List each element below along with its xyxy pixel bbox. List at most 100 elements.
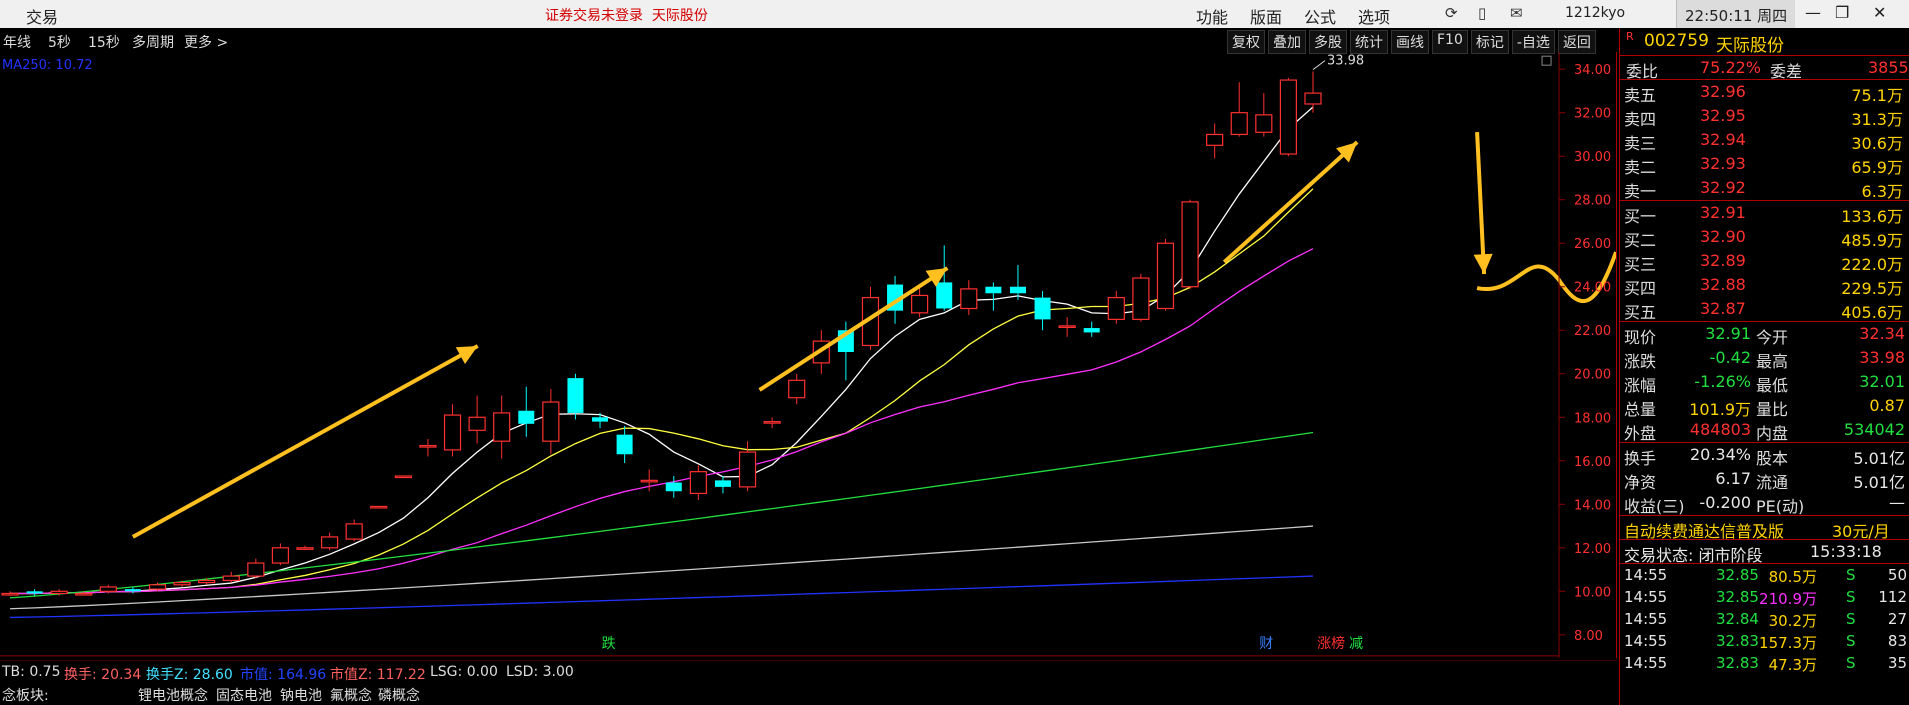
stock-name[interactable]: 天际股份 [1716,31,1784,56]
candle[interactable] [468,395,486,444]
concept-item[interactable]: 锂电池概念 [138,685,208,705]
tool-watchlist[interactable]: -自选 [1511,30,1555,54]
bids-row[interactable]: 买一 32.91 133.6万 [1620,201,1909,226]
period-multi[interactable]: 多周期 [132,32,174,52]
close-button[interactable]: ✕ [1873,3,1886,22]
candle[interactable] [985,282,1002,311]
candle[interactable] [1034,291,1051,331]
ad-price[interactable]: 30元/月 [1832,518,1890,542]
login-notice[interactable]: 证券交易未登录 天际股份 [545,5,708,25]
candle[interactable] [518,386,535,437]
candle[interactable] [1009,264,1026,300]
app-title[interactable]: 交易 [26,4,58,28]
candle[interactable] [443,404,462,457]
tool-adjust[interactable]: 复权 [1227,30,1265,54]
trade-row[interactable]: 14:55 32.83 157.3万 S 83 [1620,630,1909,652]
menu-formula[interactable]: 公式 [1304,4,1336,28]
candle[interactable] [1230,82,1248,137]
stock-code[interactable]: 002759 [1644,31,1709,51]
candle[interactable] [247,558,265,579]
event-marker[interactable]: 跌 [602,636,616,652]
candle[interactable] [567,373,584,420]
period-more[interactable]: 更多 > [184,32,228,52]
minimize-button[interactable]: — [1805,3,1821,22]
candle[interactable] [1156,238,1175,311]
refresh-icon[interactable]: ⟳ [1445,4,1458,22]
concept-item[interactable]: 固态电池 [216,685,272,705]
period-5s[interactable]: 5秒 [48,32,71,52]
candle[interactable] [394,475,412,479]
candle[interactable] [370,505,388,509]
concept-item[interactable]: 氟概念 [330,685,372,705]
tool-stats[interactable]: 统计 [1350,30,1388,54]
tool-back[interactable]: 返回 [1557,30,1596,54]
candle[interactable] [1255,93,1273,137]
menu-options[interactable]: 选项 [1358,4,1390,28]
kline-chart[interactable]: 34.00 32.00 30.00 28.00 26.00 24.00 22.00 20.00… [0,52,1617,658]
phone-icon[interactable]: ▯ [1478,4,1486,22]
tool-multi-stock[interactable]: 多股 [1309,30,1347,54]
candle[interactable] [592,412,609,429]
mail-icon[interactable]: ✉ [1510,4,1523,22]
asks-row[interactable]: 卖二 32.93 65.9万 [1620,152,1909,177]
candle[interactable] [689,465,707,500]
candle[interactable] [493,395,511,459]
ad-text[interactable]: 自动续费通达信普及版 [1624,518,1784,542]
candle[interactable] [788,373,806,405]
trade-row[interactable]: 14:55 32.84 30.2万 S 27 [1620,608,1909,630]
bids-row[interactable]: 买四 32.88 229.5万 [1620,273,1909,298]
bids-row[interactable]: 买五 32.87 405.6万 [1620,297,1909,322]
candle[interactable] [1304,71,1322,113]
candle[interactable] [321,532,339,550]
asks-row[interactable]: 卖五 32.96 75.1万 [1620,80,1909,105]
candle[interactable] [763,417,781,429]
trade-row[interactable]: 14:55 32.83 47.3万 S 35 [1620,652,1909,674]
login-notice-text[interactable]: 证券交易未登录 [545,8,643,24]
trade-row[interactable]: 14:55 32.85 80.5万 S 50 [1620,564,1909,586]
trade-row[interactable]: 14:55 32.85 210.9万 S 112 [1620,586,1909,608]
candle[interactable] [1181,199,1199,289]
candle[interactable] [419,439,437,457]
candle[interactable] [26,589,43,596]
candle[interactable] [542,388,560,455]
subscription-ad[interactable]: 自动续费通达信普及版 30元/月 [1620,516,1909,542]
tool-f10[interactable]: F10 [1432,30,1468,54]
asks-price: 32.92 [1700,178,1746,197]
tool-draw[interactable]: 画线 [1391,30,1429,54]
menu-layout[interactable]: 版面 [1250,4,1282,28]
concept-item[interactable]: 磷概念 [378,685,420,705]
candle[interactable] [345,519,363,542]
notice-stock-name[interactable]: 天际股份 [652,8,708,24]
event-marker[interactable]: 涨榜 [1317,635,1345,652]
tool-mark[interactable]: 标记 [1470,30,1509,54]
candle[interactable] [1206,123,1224,159]
asks-row[interactable]: 卖三 32.94 30.6万 [1620,128,1909,153]
concept-item[interactable]: 钠电池 [280,685,322,705]
asks-row[interactable]: 卖四 32.95 31.3万 [1620,104,1909,129]
maximize-button[interactable]: ❐ [1835,3,1849,22]
candle[interactable] [296,545,314,550]
asks-row[interactable]: 卖一 32.92 6.3万 [1620,176,1909,201]
candle[interactable] [665,476,682,498]
candle[interactable] [1279,77,1297,157]
event-marker[interactable]: 减 [1349,636,1363,652]
candle[interactable] [1132,273,1150,322]
period-year[interactable]: 年线 [3,32,31,52]
candle[interactable] [616,425,633,463]
candle[interactable] [960,280,978,316]
bids-row[interactable]: 买三 32.89 222.0万 [1620,249,1909,274]
candle[interactable] [271,543,290,566]
candle[interactable] [1,591,19,596]
candle[interactable] [1058,317,1076,337]
event-marker[interactable]: 财 [1259,636,1273,652]
candle[interactable] [1107,291,1125,324]
tool-overlay[interactable]: 叠加 [1268,30,1306,54]
candle[interactable] [714,476,731,494]
bids-row[interactable]: 买二 32.90 485.9万 [1620,225,1909,250]
menu-function[interactable]: 功能 [1196,4,1228,28]
period-15s[interactable]: 15秒 [88,32,120,52]
candle[interactable] [222,571,240,583]
candle[interactable] [1083,321,1100,337]
user-name[interactable]: 1212kyo [1565,5,1625,21]
chart-settings-icon[interactable] [1541,55,1552,66]
